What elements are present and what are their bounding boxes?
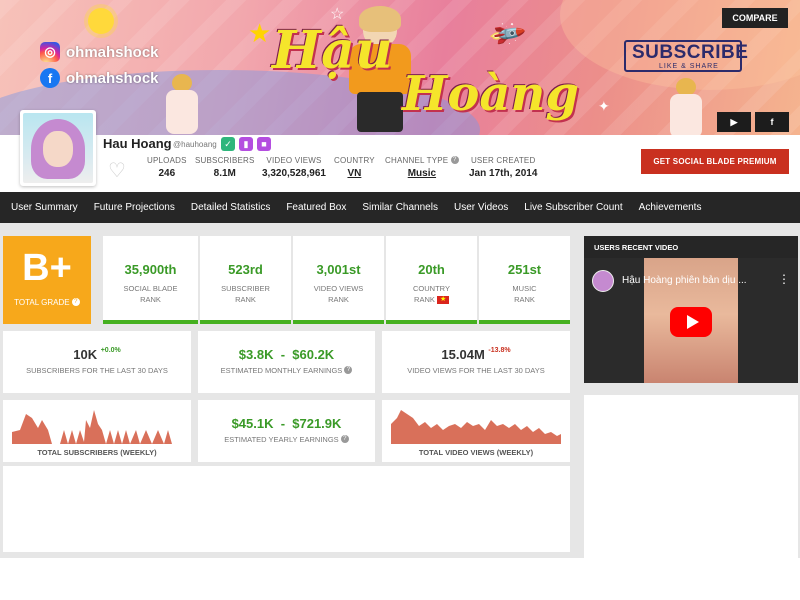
vietnam-flag-icon <box>436 294 449 305</box>
banner-title: Hậu Hoàng <box>272 20 579 122</box>
channel-handle: @hauhoang <box>173 140 217 149</box>
star-icon: ✦ <box>598 98 610 114</box>
stat-subscribers: SUBSCRIBERS 8.1M <box>195 156 255 179</box>
yearly-earnings-card: $45.1K - $721.9K ESTIMATED YEARLY EARNIN… <box>198 400 375 462</box>
content-panel <box>3 466 570 552</box>
play-button[interactable] <box>670 307 712 337</box>
help-icon[interactable]: ? <box>340 435 349 443</box>
rank-video-views: 3,001st VIDEO VIEWS RANK <box>293 236 384 324</box>
video-views-30-days-card: 15.04M -13.8% VIDEO VIEWS FOR THE LAST 3… <box>382 331 570 393</box>
play-icon <box>686 315 699 329</box>
recent-video-player[interactable]: Hậu Hoàng phiên bản dịu ... ⋮ <box>584 258 798 383</box>
channel-type-link[interactable]: Music <box>385 168 459 179</box>
stat-uploads: UPLOADS 246 <box>147 156 187 179</box>
help-icon[interactable]: ? <box>450 156 459 164</box>
nav-detailed-statistics[interactable]: Detailed Statistics <box>183 202 278 213</box>
banner-character-left <box>160 74 204 134</box>
more-options-icon[interactable]: ⋮ <box>778 272 790 286</box>
favorite-heart-icon[interactable]: ♡ <box>108 158 126 183</box>
youtube-link-button[interactable]: ▶ <box>717 112 751 132</box>
facebook-handle[interactable]: f ohmahshock <box>40 68 159 88</box>
stat-channel-type: CHANNEL TYPE ? Music <box>385 156 459 179</box>
nav-achievements[interactable]: Achievements <box>631 202 710 213</box>
nav-similar-channels[interactable]: Similar Channels <box>354 202 446 213</box>
video-views-sparkline <box>391 410 561 444</box>
instagram-handle[interactable]: ◎ ohmahshock <box>40 42 159 62</box>
instagram-icon: ◎ <box>40 42 60 62</box>
country-link[interactable]: VN <box>334 168 375 179</box>
rank-country: 20th COUNTRY RANK <box>386 236 477 324</box>
stat-country: COUNTRY VN <box>334 156 375 179</box>
total-grade-card: B+ TOTAL GRADE ? <box>3 236 91 324</box>
channel-banner: ★ ☆ ✦ 🚀 ◎ ohmahshock f ohmahshock Hậu Ho… <box>0 0 800 135</box>
stat-video-views: VIDEO VIEWS 3,320,528,961 <box>262 156 326 179</box>
video-channel-avatar[interactable] <box>592 270 614 292</box>
recent-video-heading: USERS RECENT VIDEO <box>584 236 798 258</box>
main-nav: User Summary Future Projections Detailed… <box>0 192 800 223</box>
like-share-text: LIKE & SHARE <box>659 63 719 70</box>
facebook-link-button[interactable]: f <box>755 112 789 132</box>
facebook-icon: f <box>770 117 774 127</box>
rank-social-blade: 35,900th SOCIAL BLADE RANK <box>103 236 198 324</box>
subscribers-weekly-chart: TOTAL SUBSCRIBERS (WEEKLY) <box>3 400 191 462</box>
nav-future-projections[interactable]: Future Projections <box>86 202 183 213</box>
video-title[interactable]: Hậu Hoàng phiên bản dịu ... <box>622 275 772 286</box>
verified-check-icon: ✓ <box>221 137 235 151</box>
subscribers-30-days-card: 10K +0.0% SUBSCRIBERS FOR THE LAST 30 DA… <box>3 331 191 393</box>
rank-music: 251st MUSIC RANK <box>479 236 570 324</box>
nav-user-videos[interactable]: User Videos <box>446 202 516 213</box>
nav-featured-box[interactable]: Featured Box <box>278 202 354 213</box>
right-panel <box>584 395 798 558</box>
video-camera-icon[interactable]: ■ <box>257 137 271 151</box>
subscribers-sparkline <box>12 410 182 444</box>
nav-user-summary[interactable]: User Summary <box>3 202 86 213</box>
rank-subscriber: 523rd SUBSCRIBER RANK <box>200 236 291 324</box>
banner-character-right <box>664 78 708 135</box>
stat-user-created: USER CREATED Jan 17th, 2014 <box>469 156 538 179</box>
compare-button[interactable]: COMPARE <box>722 8 788 28</box>
youtube-icon: ▶ <box>730 116 738 127</box>
help-icon[interactable]: ? <box>344 366 353 374</box>
avatar <box>20 110 96 186</box>
help-icon[interactable]: ? <box>71 298 80 306</box>
monthly-earnings-card: $3.8K - $60.2K ESTIMATED MONTHLY EARNING… <box>198 331 375 393</box>
subscribe-text: SUBSCRIBE <box>632 42 749 63</box>
channel-name: Hau Hoang <box>103 136 172 151</box>
get-premium-button[interactable]: GET SOCIAL BLADE PREMIUM <box>641 149 789 174</box>
stats-chart-icon[interactable]: ▮ <box>239 137 253 151</box>
total-grade-value: B+ <box>22 247 72 289</box>
nav-live-subscriber-count[interactable]: Live Subscriber Count <box>516 202 630 213</box>
facebook-icon: f <box>40 68 60 88</box>
video-views-weekly-chart: TOTAL VIDEO VIEWS (WEEKLY) <box>382 400 570 462</box>
sun-icon <box>88 8 114 34</box>
